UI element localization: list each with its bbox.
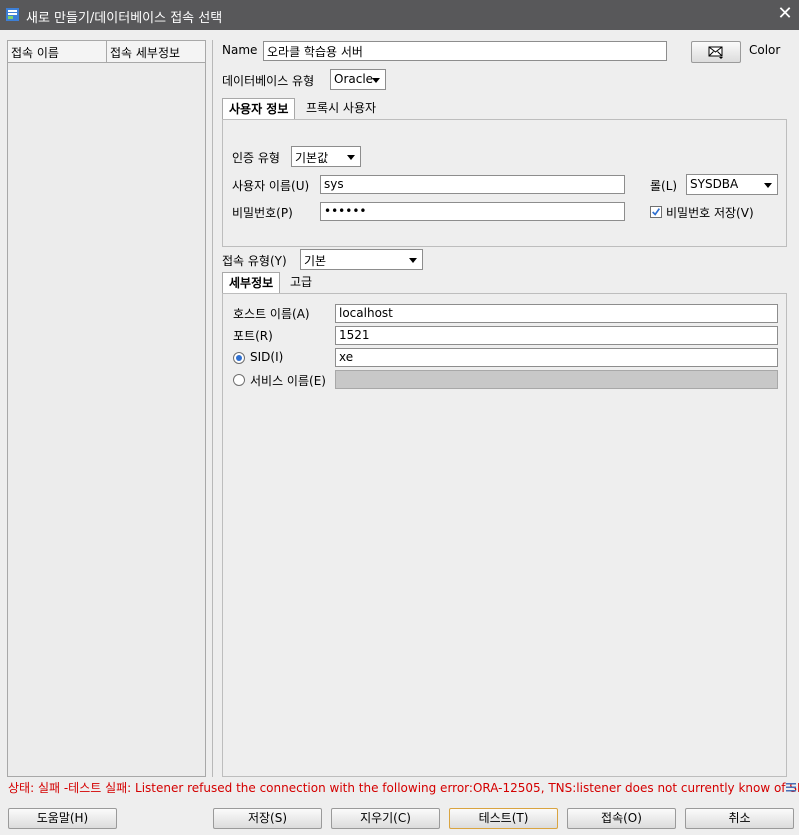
split-divider[interactable] (212, 40, 213, 777)
test-button[interactable]: 테스트(T) (449, 808, 558, 829)
save-password-checkbox[interactable] (650, 206, 662, 218)
host-input[interactable]: localhost (335, 304, 778, 323)
name-label: Name (222, 43, 258, 57)
role-select[interactable]: SYSDBA (686, 174, 778, 195)
username-label: 사용자 이름(U) (232, 179, 310, 193)
host-label: 호스트 이름(A) (233, 307, 310, 321)
sid-radio[interactable] (233, 352, 245, 364)
password-label: 비밀번호(P) (232, 206, 293, 220)
tab-details[interactable]: 세부정보 (222, 272, 281, 294)
title-bar: 새로 만들기/데이터베이스 접속 선택 ✕ (0, 0, 799, 30)
app-icon (6, 8, 19, 21)
column-header-name[interactable]: 접속 이름 (11, 44, 59, 61)
window-title: 새로 만들기/데이터베이스 접속 선택 (26, 11, 223, 26)
cancel-button[interactable]: 취소 (685, 808, 794, 829)
color-label: Color (749, 43, 781, 57)
db-type-select[interactable]: Oracle (330, 69, 386, 90)
username-input[interactable]: sys (320, 175, 625, 194)
clear-button[interactable]: 지우기(C) (331, 808, 440, 829)
conn-type-label: 접속 유형(Y) (222, 254, 287, 268)
auth-type-select[interactable]: 기본값 (291, 146, 361, 167)
status-message: 상태: 실패 -테스트 실패: Listener refused the con… (8, 781, 799, 795)
connection-list[interactable]: 접속 이름 접속 세부정보 (7, 40, 206, 777)
save-password-label[interactable]: 비밀번호 저장(V) (666, 204, 754, 221)
chevron-down-icon (372, 78, 380, 83)
role-value: SYSDBA (690, 177, 739, 191)
port-label: 포트(R) (233, 329, 273, 343)
auth-type-value: 기본값 (295, 151, 329, 165)
service-name-radio[interactable] (233, 374, 245, 386)
help-button[interactable]: 도움말(H) (8, 808, 117, 829)
db-type-label: 데이터베이스 유형 (222, 74, 315, 88)
envelope-icon (708, 46, 723, 59)
conn-type-select[interactable]: 기본 (300, 249, 423, 270)
tab-user-info[interactable]: 사용자 정보 (222, 98, 296, 120)
checkmark-icon (652, 208, 661, 216)
port-input[interactable]: 1521 (335, 326, 778, 345)
role-label: 롤(L) (650, 179, 678, 193)
color-picker-button[interactable] (691, 41, 741, 63)
service-name-label[interactable]: 서비스 이름(E) (250, 372, 326, 389)
auth-type-label: 인증 유형 (232, 151, 280, 165)
sid-label[interactable]: SID(I) (250, 350, 283, 364)
column-header-details[interactable]: 접속 세부정보 (110, 44, 180, 61)
conn-type-value: 기본 (304, 254, 327, 268)
connect-button[interactable]: 접속(O) (567, 808, 676, 829)
chevron-down-icon (347, 155, 355, 160)
tab-proxy-user[interactable]: 프록시 사용자 (300, 98, 382, 120)
db-type-value: Oracle (334, 72, 374, 86)
save-button[interactable]: 저장(S) (213, 808, 322, 829)
password-input[interactable]: •••••• (320, 202, 625, 221)
column-divider[interactable] (106, 41, 107, 62)
connection-name-input[interactable]: 오라클 학습용 서버 (263, 41, 667, 61)
service-name-input (335, 370, 778, 389)
chevron-down-icon (764, 183, 772, 188)
details-list-icon[interactable] (786, 782, 796, 792)
sid-input[interactable]: xe (335, 348, 778, 367)
close-icon[interactable]: ✕ (775, 4, 795, 24)
connection-list-header: 접속 이름 접속 세부정보 (8, 41, 205, 63)
chevron-down-icon (409, 258, 417, 263)
tab-advanced[interactable]: 고급 (284, 272, 318, 294)
